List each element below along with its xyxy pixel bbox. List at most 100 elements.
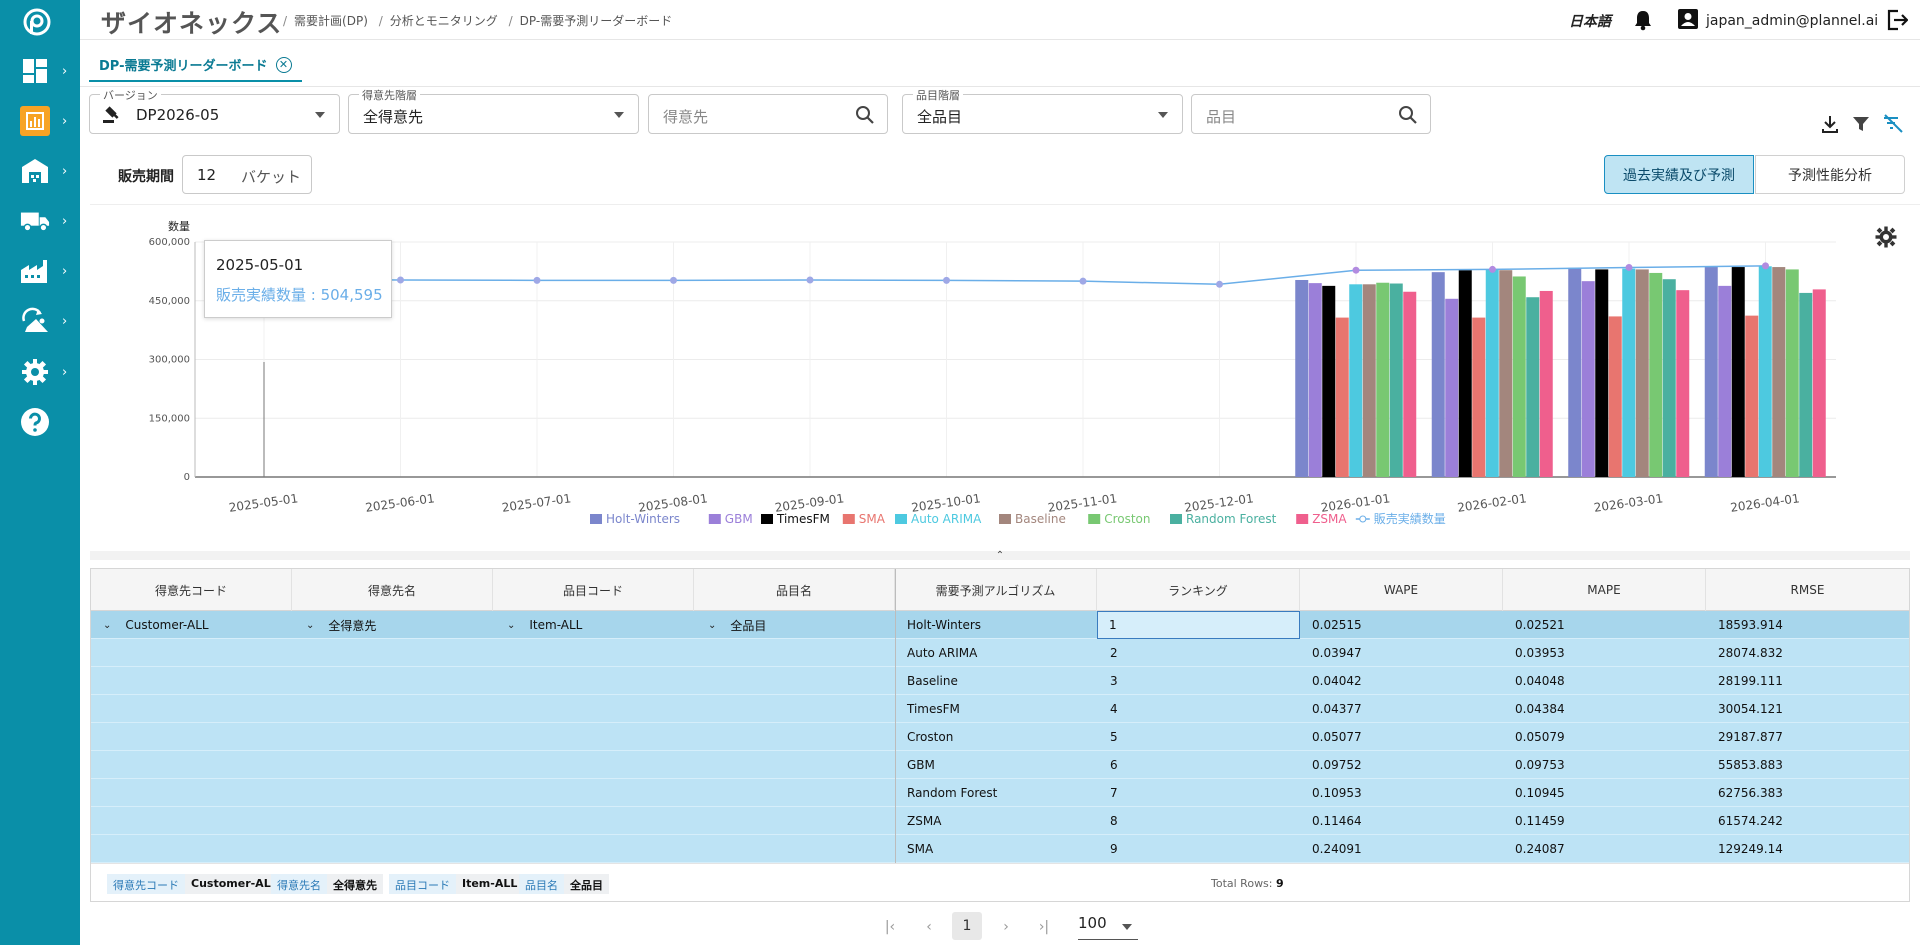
- wape-cell[interactable]: 0.04377: [1312, 695, 1362, 723]
- item-level-select[interactable]: 品目階層 全品目: [902, 87, 1183, 134]
- header-mape[interactable]: MAPE: [1503, 569, 1706, 611]
- mape-cell[interactable]: 0.24087: [1515, 835, 1565, 863]
- algorithm-cell[interactable]: Auto ARIMA: [907, 639, 977, 667]
- header-algorithm[interactable]: 需要予測アルゴリズム: [895, 569, 1097, 611]
- toggle-performance-analysis[interactable]: 予測性能分析: [1755, 155, 1905, 194]
- chevron-down-icon[interactable]: ⌄: [708, 620, 716, 631]
- wape-cell[interactable]: 0.10953: [1312, 779, 1362, 807]
- mape-cell[interactable]: 0.10945: [1515, 779, 1565, 807]
- brand-title[interactable]: ザイオネックス: [101, 4, 282, 40]
- ranking-cell[interactable]: 3: [1110, 667, 1118, 695]
- nav-demand-planning[interactable]: ›: [0, 99, 80, 143]
- wape-cell[interactable]: 0.05077: [1312, 723, 1362, 751]
- wape-cell[interactable]: 0.04042: [1312, 667, 1362, 695]
- clear-filter-icon[interactable]: [1882, 114, 1904, 138]
- rmse-cell[interactable]: 28199.111: [1718, 667, 1783, 695]
- ranking-cell[interactable]: 1: [1097, 611, 1300, 639]
- logo-icon[interactable]: [21, 6, 53, 38]
- item-search-input[interactable]: 品目: [1191, 94, 1431, 134]
- search-icon[interactable]: [1398, 105, 1418, 129]
- chevron-down-icon[interactable]: ⌄: [103, 620, 111, 631]
- prev-page-icon[interactable]: ‹: [917, 915, 941, 939]
- toggle-history-forecast[interactable]: 過去実績及び予測: [1604, 155, 1754, 194]
- language-selector[interactable]: 日本語: [1569, 11, 1611, 31]
- rmse-cell[interactable]: 18593.914: [1718, 611, 1783, 639]
- bell-icon[interactable]: [1633, 9, 1653, 35]
- rmse-cell[interactable]: 29187.877: [1718, 723, 1783, 751]
- header-rmse[interactable]: RMSE: [1706, 569, 1909, 611]
- mape-cell[interactable]: 0.09753: [1515, 751, 1565, 779]
- wape-cell[interactable]: 0.09752: [1312, 751, 1362, 779]
- table-row[interactable]: Croston 5 0.05077 0.05079 29187.877: [91, 723, 1909, 751]
- page-size-select[interactable]: 100: [1078, 914, 1138, 940]
- mape-cell[interactable]: 0.04048: [1515, 667, 1565, 695]
- period-input[interactable]: 12 バケット: [182, 155, 312, 194]
- ranking-cell[interactable]: 6: [1110, 751, 1118, 779]
- table-row[interactable]: ZSMA 8 0.11464 0.11459 61574.242: [91, 807, 1909, 835]
- chevron-down-icon[interactable]: ⌄: [507, 620, 515, 631]
- table-row[interactable]: Baseline 3 0.04042 0.04048 28199.111: [91, 667, 1909, 695]
- algorithm-cell[interactable]: Holt-Winters: [907, 611, 981, 639]
- wape-cell[interactable]: 0.24091: [1312, 835, 1362, 863]
- header-wape[interactable]: WAPE: [1300, 569, 1503, 611]
- algorithm-cell[interactable]: ZSMA: [907, 807, 941, 835]
- chevron-down-icon[interactable]: ⌄: [306, 620, 314, 631]
- rmse-cell[interactable]: 28074.832: [1718, 639, 1783, 667]
- table-row[interactable]: GBM 6 0.09752 0.09753 55853.883: [91, 751, 1909, 779]
- ranking-cell[interactable]: 5: [1110, 723, 1118, 751]
- table-row[interactable]: Auto ARIMA 2 0.03947 0.03953 28074.832: [91, 639, 1909, 667]
- rmse-cell[interactable]: 55853.883: [1718, 751, 1783, 779]
- filter-chip[interactable]: 品目コード Item-ALL: [389, 874, 524, 894]
- rmse-cell[interactable]: 62756.383: [1718, 779, 1783, 807]
- table-row[interactable]: TimesFM 4 0.04377 0.04384 30054.121: [91, 695, 1909, 723]
- first-page-icon[interactable]: |‹: [878, 915, 902, 939]
- customer-name-cell[interactable]: ⌄ 全得意先: [306, 611, 376, 639]
- nav-logistics[interactable]: ›: [0, 199, 80, 243]
- close-icon[interactable]: ✕: [275, 56, 292, 73]
- tab-leaderboard[interactable]: DP-需要予測リーダーボード ✕: [89, 49, 302, 82]
- wape-cell[interactable]: 0.11464: [1312, 807, 1362, 835]
- algorithm-cell[interactable]: Croston: [907, 723, 953, 751]
- header-item-code[interactable]: 品目コード: [493, 569, 694, 611]
- nav-help[interactable]: [0, 400, 80, 444]
- ranking-cell[interactable]: 8: [1110, 807, 1118, 835]
- table-row[interactable]: Random Forest 7 0.10953 0.10945 62756.38…: [91, 779, 1909, 807]
- item-name-cell[interactable]: ⌄ 全品目: [708, 611, 766, 639]
- header-customer-code[interactable]: 得意先コード: [91, 569, 292, 611]
- filter-chip[interactable]: 得意先コード Customer-ALL: [107, 874, 284, 894]
- mape-cell[interactable]: 0.05079: [1515, 723, 1565, 751]
- wape-cell[interactable]: 0.02515: [1312, 611, 1362, 639]
- mape-cell[interactable]: 0.02521: [1515, 611, 1565, 639]
- search-icon[interactable]: [855, 105, 875, 129]
- nav-settings[interactable]: ›: [0, 350, 80, 394]
- filter-chip[interactable]: 得意先名 全得意先: [271, 874, 383, 894]
- item-code-cell[interactable]: ⌄ Item-ALL: [507, 611, 582, 639]
- nav-warehouse[interactable]: ›: [0, 149, 80, 193]
- filter-icon[interactable]: [1851, 114, 1871, 138]
- collapse-chart-handle[interactable]: ⌃: [90, 551, 1910, 561]
- table-row[interactable]: SMA 9 0.24091 0.24087 129249.14: [91, 835, 1909, 863]
- rmse-cell[interactable]: 129249.14: [1718, 835, 1783, 863]
- filter-chip[interactable]: 品目名 全品目: [519, 874, 609, 894]
- algorithm-cell[interactable]: SMA: [907, 835, 933, 863]
- ranking-cell[interactable]: 7: [1110, 779, 1118, 807]
- version-select[interactable]: バージョン DP2026-05: [89, 87, 340, 134]
- chart-settings-icon[interactable]: [1875, 226, 1897, 252]
- algorithm-cell[interactable]: GBM: [907, 751, 935, 779]
- nav-factory[interactable]: ›: [0, 249, 80, 293]
- ranking-cell[interactable]: 2: [1110, 639, 1118, 667]
- nav-dashboard[interactable]: ›: [0, 49, 80, 93]
- mape-cell[interactable]: 0.11459: [1515, 807, 1565, 835]
- rmse-cell[interactable]: 30054.121: [1718, 695, 1783, 723]
- customer-level-select[interactable]: 得意先階層 全得意先: [348, 87, 639, 134]
- mape-cell[interactable]: 0.03953: [1515, 639, 1565, 667]
- breadcrumb-item[interactable]: 分析とモニタリング: [390, 14, 498, 28]
- algorithm-cell[interactable]: TimesFM: [907, 695, 960, 723]
- ranking-cell[interactable]: 9: [1110, 835, 1118, 863]
- table-row[interactable]: ⌄ Customer-ALL ⌄ 全得意先 ⌄ Item-ALL ⌄ 全品目 Holt-…: [91, 611, 1909, 639]
- customer-code-cell[interactable]: ⌄ Customer-ALL: [103, 611, 209, 639]
- wape-cell[interactable]: 0.03947: [1312, 639, 1362, 667]
- last-page-icon[interactable]: ›|: [1032, 915, 1056, 939]
- logout-icon[interactable]: [1886, 9, 1909, 35]
- ranking-cell[interactable]: 4: [1110, 695, 1118, 723]
